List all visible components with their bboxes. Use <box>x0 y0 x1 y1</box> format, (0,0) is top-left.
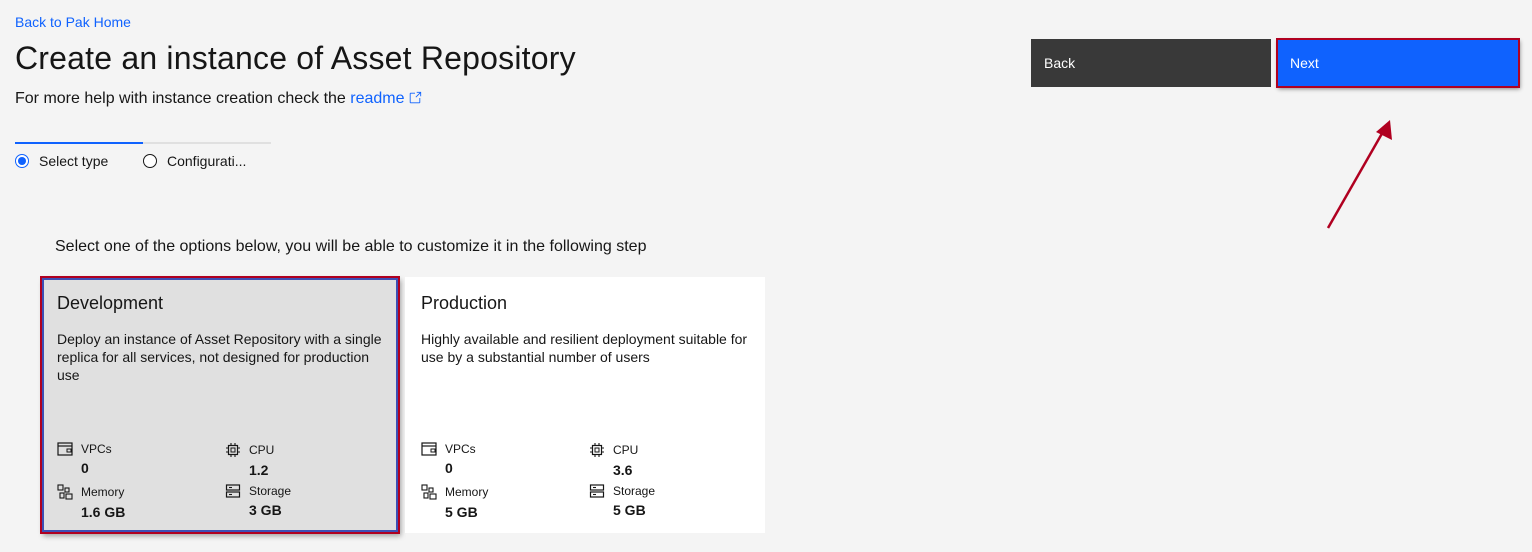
external-link-icon <box>409 91 421 104</box>
spec-value: 3.6 <box>613 462 633 478</box>
spec-memory: Memory 1.6 GB <box>57 484 217 520</box>
storage-icon <box>225 484 241 498</box>
spec-label: VPCs <box>445 442 476 456</box>
spec-cpu: CPU 3.6 <box>589 442 749 478</box>
tile-description: Highly available and resilient deploymen… <box>421 331 748 365</box>
spec-label: Storage <box>613 484 656 498</box>
spec-vpcs: VPCs 0 <box>57 442 217 476</box>
tile-title: Development <box>57 293 164 313</box>
spec-value: 0 <box>445 460 453 476</box>
step-label: Configurati... <box>167 153 247 169</box>
help-text: For more help with instance creation che… <box>15 90 422 108</box>
tile-description: Deploy an instance of Asset Repository w… <box>57 331 382 383</box>
readme-link[interactable]: readme <box>350 90 421 107</box>
spec-label: Storage <box>249 484 292 498</box>
step-current-icon <box>15 154 29 168</box>
step-label: Select type <box>39 153 109 169</box>
spec-vpcs: VPCs 0 <box>421 442 581 476</box>
help-text-prefix: For more help with instance creation che… <box>15 90 351 107</box>
step-configuration[interactable]: Configurati... <box>143 153 246 169</box>
spec-value: 5 GB <box>613 502 646 518</box>
spec-storage: Storage 5 GB <box>589 484 749 518</box>
spec-storage: Storage 3 GB <box>225 484 385 518</box>
memory-icon <box>421 484 437 500</box>
annotation-arrow-icon <box>1326 120 1392 229</box>
spec-value: 0 <box>81 460 89 476</box>
step-incomplete-icon <box>143 154 157 168</box>
spec-label: CPU <box>613 443 639 457</box>
spec-value: 3 GB <box>249 502 282 518</box>
cpu-icon <box>590 443 604 457</box>
back-to-home-link[interactable]: Back to Pak Home <box>15 14 131 30</box>
instruction-text: Select one of the options below, you wil… <box>55 238 647 255</box>
progress-track-active <box>15 142 143 144</box>
step-select-type[interactable]: Select type <box>15 153 108 169</box>
back-button[interactable]: Back <box>1031 39 1271 87</box>
vpc-icon <box>421 442 437 456</box>
vpc-icon <box>57 442 73 456</box>
tile-title: Production <box>421 293 508 313</box>
cpu-icon <box>226 443 240 457</box>
spec-label: Memory <box>445 485 489 499</box>
spec-memory: Memory 5 GB <box>421 484 581 520</box>
spec-value: 1.6 GB <box>81 504 126 520</box>
progress-indicator: Select type Configurati... <box>15 142 271 182</box>
page-title: Create an instance of Asset Repository <box>15 40 576 76</box>
tile-development[interactable]: Development Deploy an instance of Asset … <box>40 276 400 534</box>
readme-link-label: readme <box>350 90 405 107</box>
spec-label: CPU <box>249 443 275 457</box>
next-button[interactable]: Next <box>1276 38 1520 88</box>
tile-production[interactable]: Production Highly available and resilien… <box>405 277 765 533</box>
storage-icon <box>589 484 605 498</box>
spec-value: 1.2 <box>249 462 269 478</box>
spec-cpu: CPU 1.2 <box>225 442 385 478</box>
spec-value: 5 GB <box>445 504 478 520</box>
memory-icon <box>57 484 73 500</box>
spec-label: Memory <box>81 485 125 499</box>
spec-label: VPCs <box>81 442 112 456</box>
